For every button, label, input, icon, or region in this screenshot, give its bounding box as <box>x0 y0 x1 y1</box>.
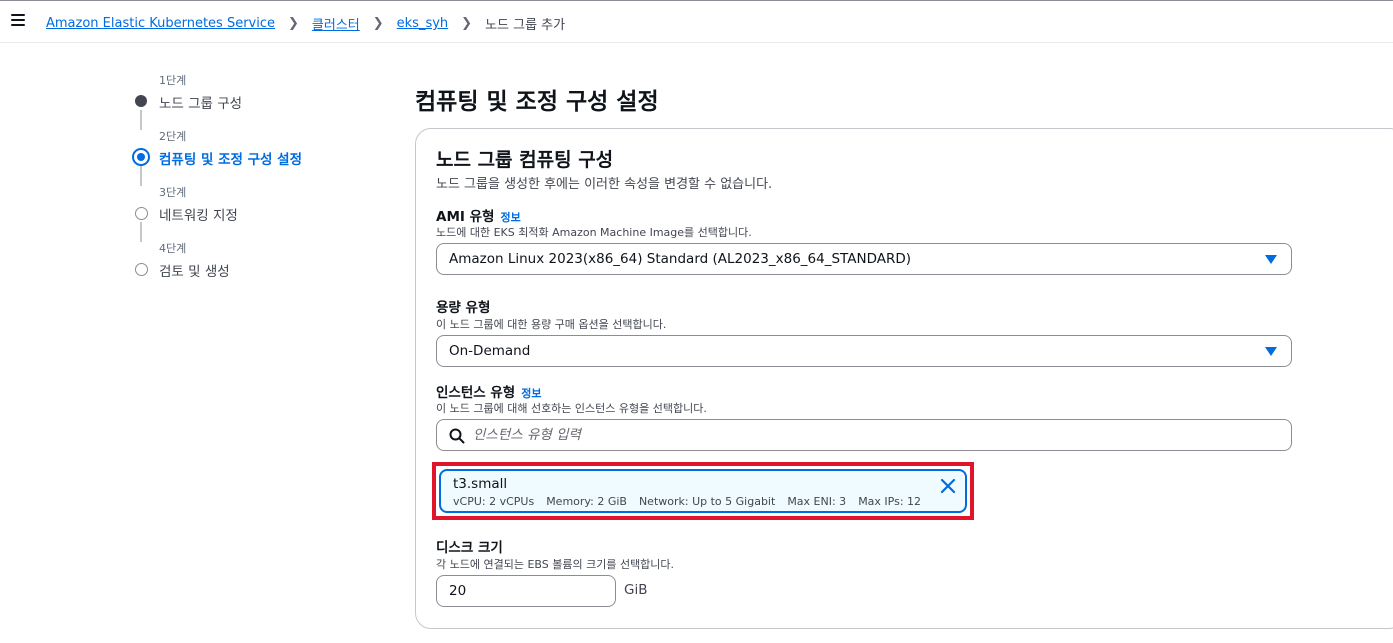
selected-instance-token: t3.small vCPU: 2 vCPUs Memory: 2 GiB Netwo… <box>439 469 967 513</box>
step-label: 컴퓨팅 및 조정 구성 설정 <box>159 152 302 168</box>
step-label: 네트워킹 지정 <box>159 208 238 224</box>
capacity-type-select[interactable]: On-Demand <box>436 335 1292 367</box>
ami-type-label-text: AMI 유형 <box>436 209 495 225</box>
close-icon[interactable] <box>940 478 956 494</box>
token-instance-details: vCPU: 2 vCPUs Memory: 2 GiB Network: Up to… <box>453 495 933 508</box>
token-max-eni: Max ENI: 3 <box>787 495 847 508</box>
chevron-right-icon: ❯ <box>461 16 473 31</box>
disk-size-description: 각 노드에 연결되는 EBS 볼륨의 크기를 선택합니다. <box>436 558 675 571</box>
breadcrumb-link-clusters[interactable]: 클러스터 <box>312 14 360 33</box>
instance-info-link[interactable]: 정보 <box>521 387 541 400</box>
instance-type-label-text: 인스턴스 유형 <box>436 385 516 401</box>
disk-size-input[interactable] <box>436 575 616 607</box>
token-vcpu: vCPU: 2 vCPUs <box>453 495 535 508</box>
step-connector <box>140 110 142 130</box>
ami-type-select[interactable]: Amazon Linux 2023(x86_64) Standard (AL20… <box>436 243 1292 275</box>
caret-down-icon <box>1265 347 1277 356</box>
token-max-ips: Max IPs: 12 <box>858 495 922 508</box>
menu-icon[interactable] <box>11 14 25 28</box>
breadcrumb: Amazon Elastic Kubernetes Service ❯ 클러스터… <box>46 14 565 33</box>
capacity-type-label: 용량 유형 <box>436 300 491 316</box>
capacity-type-description: 이 노드 그룹에 대한 용량 구매 옵션을 선택합니다. <box>436 318 667 331</box>
step-complete-icon <box>135 95 147 107</box>
breadcrumb-link-eks[interactable]: Amazon Elastic Kubernetes Service <box>46 16 275 31</box>
compute-config-container: 노드 그룹 컴퓨팅 구성 노드 그룹을 생성한 후에는 이러한 속성을 변경할 … <box>415 128 1393 629</box>
step-label: 검토 및 생성 <box>159 264 230 280</box>
instance-type-description: 이 노드 그룹에 대해 선호하는 인스턴스 유형을 선택합니다. <box>436 402 707 415</box>
ami-info-link[interactable]: 정보 <box>500 211 520 224</box>
highlight-annotation: t3.small vCPU: 2 vCPUs Memory: 2 GiB Netwo… <box>432 462 974 520</box>
token-instance-name: t3.small <box>453 476 508 492</box>
ami-type-value: Amazon Linux 2023(x86_64) Standard (AL20… <box>449 251 912 267</box>
step-number: 1단계 <box>159 74 187 87</box>
wizard-step-1[interactable]: 1단계 노드 그룹 구성 <box>132 72 372 130</box>
step-connector <box>140 166 142 186</box>
top-navigation-bar: Amazon Elastic Kubernetes Service ❯ 클러스터… <box>0 0 1393 43</box>
search-icon <box>449 428 465 444</box>
breadcrumb-current: 노드 그룹 추가 <box>485 18 566 33</box>
disk-size-unit: GiB <box>624 582 648 598</box>
ami-type-description: 노드에 대한 EKS 최적화 Amazon Machine Image를 선택합… <box>436 226 752 239</box>
step-label[interactable]: 노드 그룹 구성 <box>159 92 242 112</box>
chevron-right-icon: ❯ <box>372 16 384 31</box>
container-title: 노드 그룹 컴퓨팅 구성 <box>436 149 614 171</box>
token-network: Network: Up to 5 Gigabit <box>638 495 776 508</box>
ami-type-label: AMI 유형 정보 <box>436 205 521 225</box>
capacity-type-value: On-Demand <box>449 343 531 359</box>
step-pending-icon <box>134 207 148 220</box>
disk-size-label: 디스크 크기 <box>436 540 503 556</box>
step-number: 4단계 <box>159 242 187 255</box>
instance-type-search[interactable] <box>436 419 1292 451</box>
instance-type-label: 인스턴스 유형 정보 <box>436 381 541 401</box>
instance-type-input[interactable] <box>473 425 1273 445</box>
wizard-step-4: 4단계 검토 및 생성 <box>132 240 372 296</box>
step-pending-icon <box>134 263 148 276</box>
caret-down-icon <box>1265 255 1277 264</box>
container-description: 노드 그룹을 생성한 후에는 이러한 속성을 변경할 수 없습니다. <box>436 177 773 192</box>
chevron-right-icon: ❯ <box>288 16 299 31</box>
breadcrumb-link-cluster[interactable]: eks_syh <box>397 16 449 31</box>
step-connector <box>140 222 142 242</box>
page-title: 컴퓨팅 및 조정 구성 설정 <box>415 89 659 115</box>
wizard-step-2: 2단계 컴퓨팅 및 조정 구성 설정 <box>132 128 372 186</box>
token-memory: Memory: 2 GiB <box>546 495 627 508</box>
step-number: 2단계 <box>159 130 187 143</box>
step-active-icon <box>132 148 150 166</box>
step-number: 3단계 <box>159 186 187 199</box>
wizard-step-3: 3단계 네트워킹 지정 <box>132 184 372 242</box>
wizard-steps: 1단계 노드 그룹 구성 2단계 컴퓨팅 및 조정 구성 설정 3단계 네트워킹… <box>132 72 372 296</box>
